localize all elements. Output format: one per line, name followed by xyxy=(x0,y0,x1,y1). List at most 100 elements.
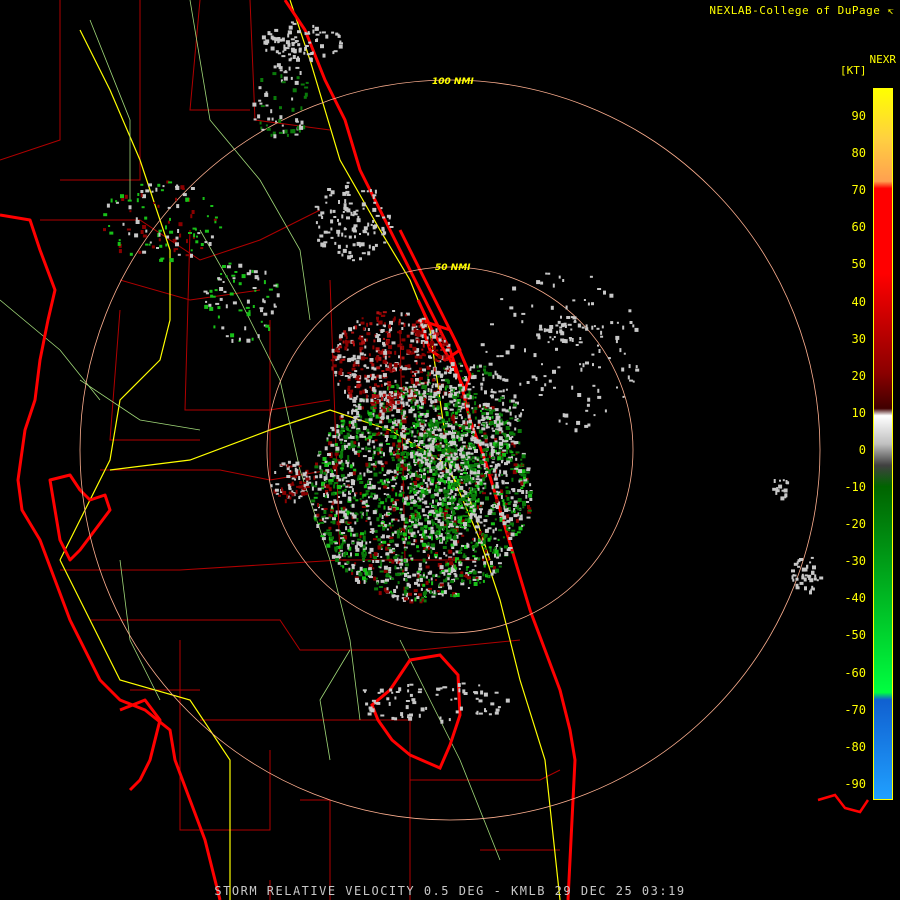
velocity-bin xyxy=(460,571,464,575)
velocity-bin xyxy=(593,325,596,328)
velocity-bin xyxy=(468,458,473,461)
velocity-bin xyxy=(365,512,368,517)
velocity-bin xyxy=(391,341,396,345)
velocity-bin xyxy=(544,383,547,387)
velocity-bin xyxy=(328,500,333,503)
velocity-bin xyxy=(122,222,125,226)
velocity-bin xyxy=(492,566,496,570)
velocity-bin xyxy=(420,460,423,464)
velocity-bin xyxy=(351,340,355,344)
velocity-bin xyxy=(426,381,429,386)
velocity-bin xyxy=(427,371,430,376)
velocity-bin xyxy=(497,706,501,709)
velocity-bin xyxy=(414,355,419,359)
velocity-bin xyxy=(366,428,370,432)
velocity-bin xyxy=(543,375,547,378)
velocity-bin xyxy=(464,515,469,518)
velocity-bin xyxy=(416,515,420,519)
velocity-bin xyxy=(560,331,565,336)
velocity-bin xyxy=(479,581,482,584)
velocity-bin xyxy=(388,449,392,453)
velocity-bin xyxy=(597,388,600,393)
velocity-bin xyxy=(468,447,472,450)
velocity-bin xyxy=(347,442,351,446)
velocity-bin xyxy=(445,541,447,545)
velocity-bin xyxy=(369,189,372,193)
velocity-bin xyxy=(347,375,351,379)
velocity-bin xyxy=(385,361,388,365)
velocity-bin xyxy=(157,204,160,208)
velocity-bin xyxy=(455,710,459,714)
velocity-bin xyxy=(452,414,455,419)
velocity-bin xyxy=(365,462,369,467)
velocity-bin xyxy=(341,214,344,219)
velocity-bin xyxy=(368,438,371,443)
velocity-bin xyxy=(410,599,413,602)
velocity-bin xyxy=(103,228,106,232)
velocity-bin xyxy=(510,451,514,454)
velocity-bin xyxy=(376,385,380,388)
velocity-bin xyxy=(431,581,434,586)
velocity-bin xyxy=(348,202,353,205)
velocity-bin xyxy=(447,476,451,481)
velocity-bin xyxy=(388,393,391,395)
velocity-bin xyxy=(232,277,236,280)
velocity-bin xyxy=(405,527,408,531)
velocity-bin xyxy=(403,577,406,581)
velocity-bin xyxy=(445,348,450,352)
velocity-bin xyxy=(483,482,487,485)
velocity-bin xyxy=(246,272,251,276)
velocity-bin xyxy=(457,493,460,496)
product-footer: STORM RELATIVE VELOCITY 0.5 DEG - KMLB 2… xyxy=(214,884,686,898)
velocity-bin xyxy=(440,374,443,378)
velocity-bin xyxy=(520,412,523,416)
velocity-bin xyxy=(472,487,476,490)
velocity-bin xyxy=(439,522,444,527)
velocity-bin xyxy=(469,395,472,399)
velocity-bin xyxy=(436,447,441,450)
velocity-bin xyxy=(477,538,481,542)
velocity-bin xyxy=(335,558,340,563)
velocity-bin xyxy=(501,480,505,485)
velocity-bin xyxy=(635,368,640,372)
velocity-bin xyxy=(453,512,456,515)
velocity-bin xyxy=(422,514,427,517)
velocity-bin xyxy=(409,482,412,485)
velocity-bin xyxy=(407,465,410,470)
velocity-bin xyxy=(372,246,375,249)
velocity-bin xyxy=(431,329,435,334)
velocity-bin xyxy=(337,350,341,353)
velocity-bin xyxy=(335,550,338,553)
velocity-bin xyxy=(282,490,287,495)
velocity-bin xyxy=(610,321,614,325)
velocity-bin xyxy=(375,214,380,217)
velocity-bin xyxy=(364,390,368,393)
velocity-bin xyxy=(505,350,510,355)
velocity-bin xyxy=(467,464,470,468)
velocity-bin xyxy=(258,99,262,102)
velocity-bin xyxy=(395,585,398,589)
velocity-bin xyxy=(297,30,301,34)
velocity-bin xyxy=(417,453,422,457)
velocity-bin xyxy=(342,565,345,569)
scale-tick: -30 xyxy=(844,554,866,569)
velocity-bin xyxy=(365,702,369,706)
velocity-bin xyxy=(632,324,635,328)
velocity-bin xyxy=(410,370,413,374)
velocity-bin xyxy=(365,499,368,503)
velocity-bin xyxy=(340,543,344,546)
velocity-bin xyxy=(344,332,348,337)
velocity-bin xyxy=(319,504,323,507)
velocity-bin xyxy=(361,317,364,320)
velocity-bin xyxy=(345,520,348,524)
velocity-bin xyxy=(587,302,590,306)
velocity-bin xyxy=(362,557,365,561)
velocity-bin xyxy=(208,242,212,246)
velocity-bin xyxy=(502,389,505,393)
velocity-bin xyxy=(445,411,449,414)
velocity-bin xyxy=(477,370,481,372)
velocity-bin xyxy=(448,481,451,486)
velocity-bin xyxy=(453,510,455,513)
velocity-bin xyxy=(330,511,333,513)
velocity-bin xyxy=(361,506,366,508)
